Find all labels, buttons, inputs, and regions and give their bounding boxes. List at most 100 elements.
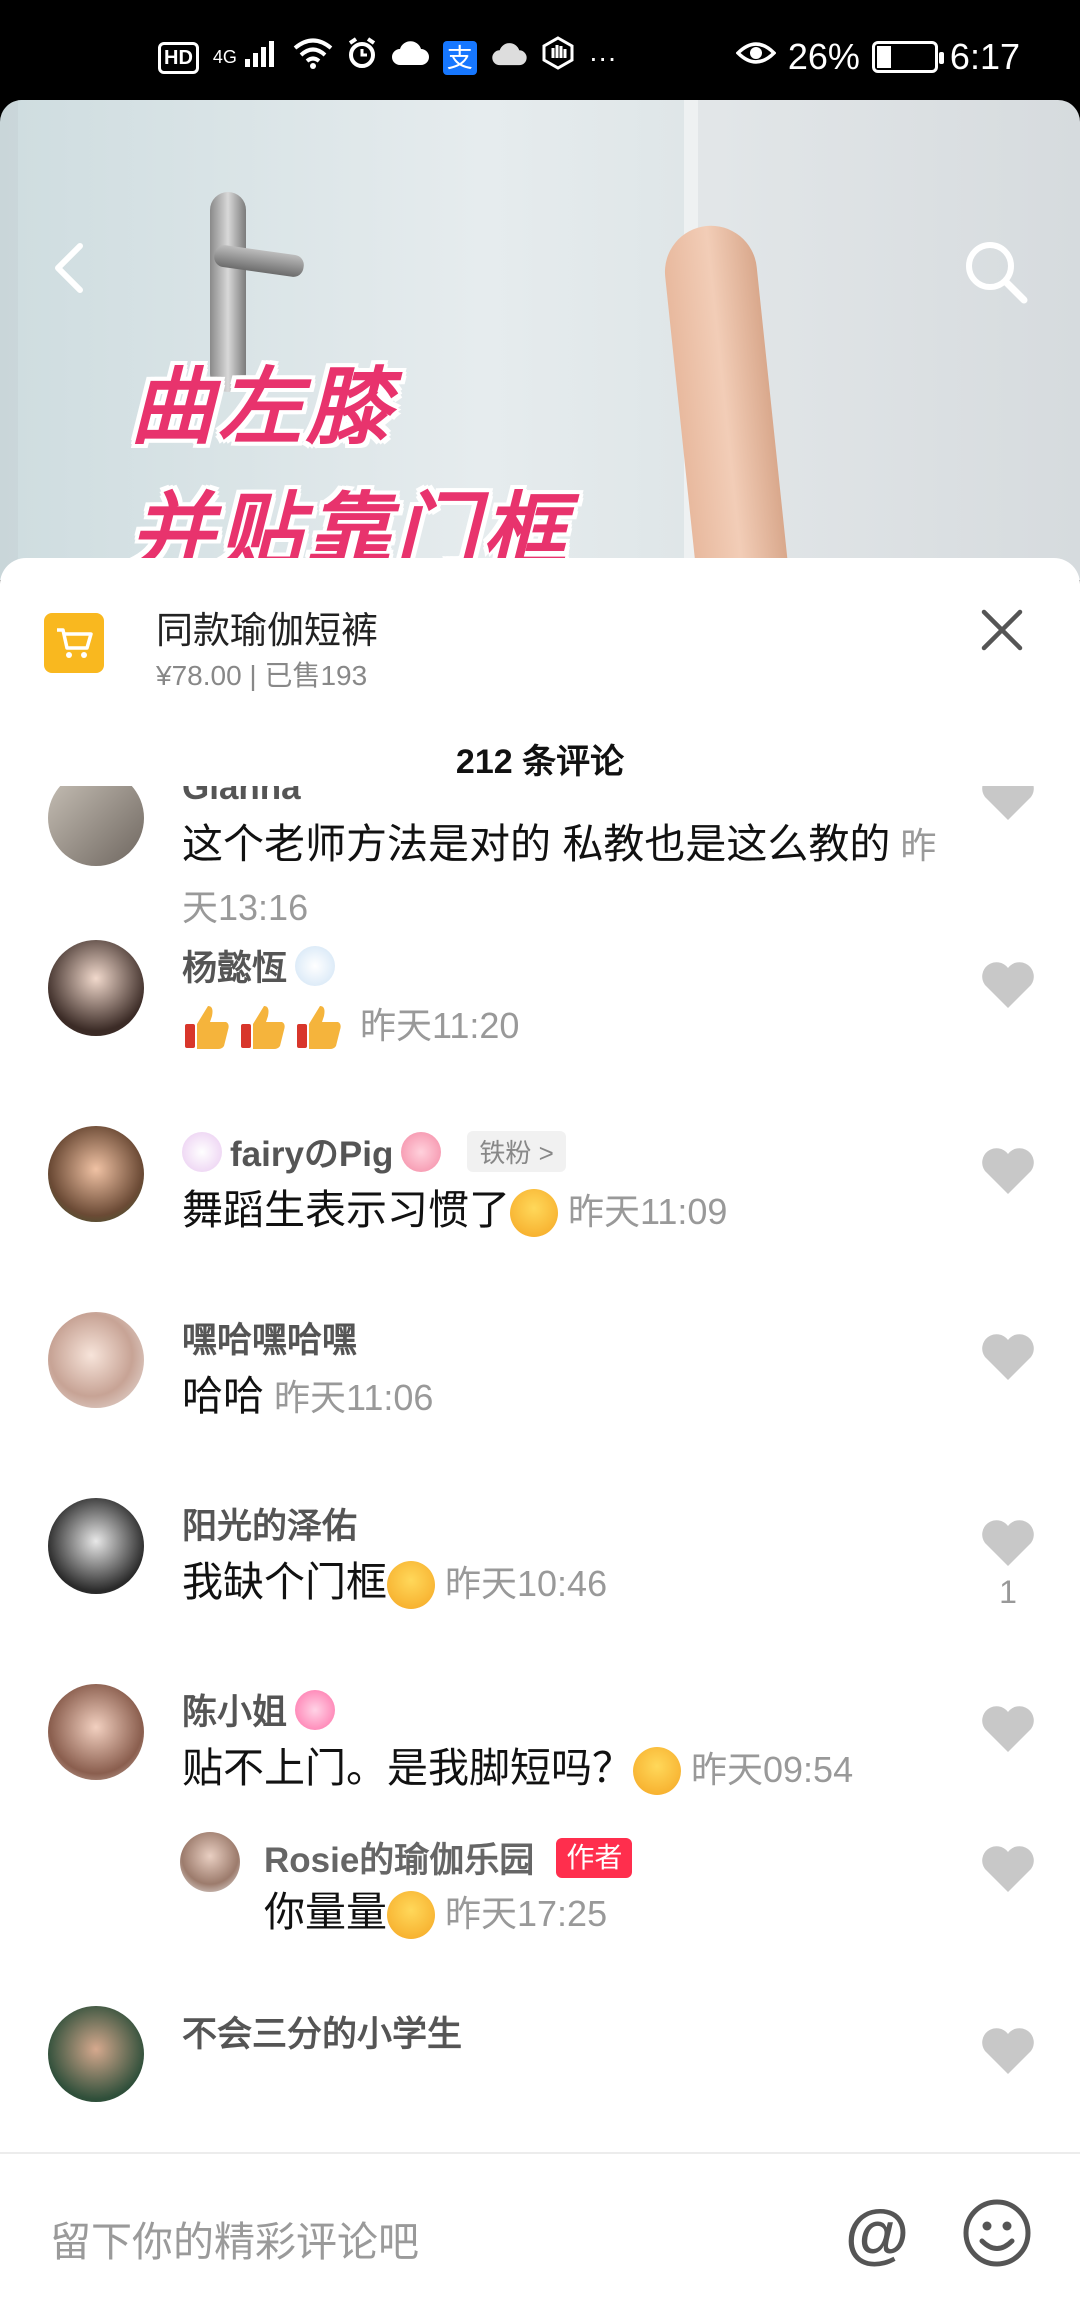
unicorn-emoji-icon: [182, 1131, 222, 1172]
avatar[interactable]: [48, 786, 144, 866]
avatar[interactable]: [48, 1684, 144, 1780]
comment-time: 昨天11:20: [360, 1005, 520, 1046]
cloud-icon: [391, 39, 429, 76]
like-count: 1: [999, 1574, 1017, 1610]
comment-author-name: 不会三分的小学生: [182, 2015, 463, 2054]
video-caption-line1: 曲左膝: [130, 360, 395, 454]
comment-body: 哈哈: [182, 1373, 264, 1419]
comment-time: 昨天09:54: [691, 1749, 854, 1790]
comment-author-name: Gianna: [182, 786, 301, 807]
avatar[interactable]: [48, 2006, 144, 2102]
like-heart-icon[interactable]: [980, 786, 1036, 822]
comment-author[interactable]: 陈小姐: [182, 1684, 336, 1735]
clock: 6:17: [949, 36, 1020, 77]
avatar[interactable]: [48, 940, 144, 1036]
comment-author-name: 嘿哈嘿哈嘿: [182, 1321, 358, 1360]
comment-author-name: 阳光的泽佑: [182, 1507, 358, 1546]
comment-input[interactable]: 留下你的精彩评论吧: [50, 2208, 419, 2268]
comment-item: fairyのPig 铁粉 > 舞蹈生表示习惯了 昨天11:09: [0, 1126, 1080, 1312]
like-heart-icon[interactable]: [980, 1844, 1036, 1894]
like-heart-icon[interactable]: [980, 1518, 1036, 1568]
product-price-sales: ¥78.00 | 已售193: [156, 660, 368, 691]
comment-sheet: 同款瑜伽短裤 ¥78.00 | 已售193 212 条评论 Gianna 这个老…: [0, 558, 1080, 2310]
more-icon: ···: [588, 41, 617, 73]
comment-text: 昨天11:20: [182, 994, 942, 1056]
comment-item: Gianna 这个老师方法是对的 私教也是这么教的 昨天13:16: [0, 786, 1080, 940]
comment-time: 昨天17:25: [445, 1893, 608, 1934]
like-heart-icon[interactable]: [980, 1146, 1036, 1196]
comment-body: 这个老师方法是对的 私教也是这么教的: [182, 821, 891, 867]
back-arrow-icon[interactable]: [42, 238, 102, 298]
alarm-icon: [347, 37, 377, 78]
comment-body: 我缺个门框: [182, 1559, 387, 1605]
comment-text: 这个老师方法是对的 私教也是这么教的 昨天13:16: [182, 814, 942, 938]
comment-author-name: Rosie的瑜伽乐园: [264, 1841, 535, 1880]
comment-author-name: fairyのPig: [230, 1135, 394, 1174]
fan-badge[interactable]: 铁粉 >: [467, 1131, 566, 1172]
alipay-icon: 支: [442, 40, 477, 75]
comment-text: 哈哈 昨天11:06: [182, 1366, 942, 1428]
close-icon[interactable]: [978, 606, 1026, 654]
author-badge: 作者: [556, 1837, 633, 1878]
thumbs-up-emoji-icon: [294, 1002, 344, 1052]
comment-item: 阳光的泽佑 我缺个门框 昨天10:46 1: [0, 1498, 1080, 1684]
comment-item: 杨懿恆 昨天11:20: [0, 940, 1080, 1126]
comment-author[interactable]: 不会三分的小学生: [182, 2006, 462, 2057]
comment-author-name: 杨懿恆: [182, 949, 288, 988]
avatar[interactable]: [180, 1832, 240, 1892]
comment-author[interactable]: Rosie的瑜伽乐园 作者: [264, 1832, 633, 1883]
comment-text: 贴不上门。是我脚短吗？ 昨天09:54: [182, 1738, 942, 1800]
avatar[interactable]: [48, 1126, 144, 1222]
comment-text: 你量量 昨天17:25: [264, 1882, 944, 1944]
comment-author[interactable]: 嘿哈嘿哈嘿: [182, 1312, 357, 1363]
battery-percent: 26%: [787, 36, 860, 77]
comment-item: 陈小姐 贴不上门。是我脚短吗？ 昨天09:54: [0, 1684, 1080, 1832]
comment-time: 昨天11:09: [568, 1191, 728, 1232]
comment-text: 我缺个门框 昨天10:46: [182, 1552, 942, 1614]
battery-icon: [871, 41, 944, 73]
comment-list[interactable]: Gianna 这个老师方法是对的 私教也是这么教的 昨天13:16 杨懿恆 昨天1…: [0, 786, 1080, 2164]
comment-author[interactable]: 杨懿恆: [182, 940, 336, 991]
avatar[interactable]: [48, 1312, 144, 1408]
avatar[interactable]: [48, 1498, 144, 1594]
comment-author[interactable]: fairyのPig 铁粉 >: [182, 1126, 566, 1177]
pink-heart-emoji-icon: [295, 1689, 336, 1730]
comment-author[interactable]: Gianna: [182, 786, 301, 808]
like-heart-icon[interactable]: [980, 960, 1036, 1010]
reply-item: Rosie的瑜伽乐园 作者 你量量 昨天17:25: [0, 1832, 1080, 2006]
pig-emoji-icon: [401, 1131, 442, 1172]
product-card[interactable]: 同款瑜伽短裤 ¥78.00 | 已售193: [0, 558, 1080, 708]
thumbs-up-emoji-icon: [182, 1002, 232, 1052]
video-player[interactable]: 曲左膝 并贴靠门框: [0, 100, 1080, 580]
eye-icon: [735, 38, 777, 77]
comment-body: 贴不上门。是我脚短吗？: [182, 1745, 633, 1791]
network-type-label: 4G: [212, 47, 237, 67]
smirk-face-emoji-icon: [387, 1891, 435, 1940]
comment-text: 舞蹈生表示习惯了 昨天11:09: [182, 1180, 942, 1242]
product-name: 同款瑜伽短裤: [156, 610, 378, 651]
comment-author-name: 陈小姐: [182, 1693, 288, 1732]
comment-item: 嘿哈嘿哈嘿 哈哈 昨天11:06: [0, 1312, 1080, 1498]
wifi-icon: [293, 37, 333, 78]
search-icon[interactable]: [962, 238, 1028, 304]
comment-body: 你量量: [264, 1889, 387, 1935]
comment-author[interactable]: 阳光的泽佑: [182, 1498, 357, 1549]
like-heart-icon[interactable]: [980, 2026, 1036, 2076]
mention-at-button[interactable]: @: [842, 2198, 912, 2268]
battery-fill: [876, 46, 892, 68]
shy-face-emoji-icon: [510, 1189, 558, 1238]
thumbs-up-emoji-icon: [238, 1002, 288, 1052]
comment-input-bar[interactable]: 留下你的精彩评论吧 @: [0, 2152, 1080, 2310]
like-heart-icon[interactable]: [980, 1704, 1036, 1754]
comment-item: 不会三分的小学生: [0, 2006, 1080, 2126]
tears-of-joy-emoji-icon: [387, 1561, 435, 1610]
4g-signal-icon: 4G: [213, 39, 279, 76]
comment-time: 昨天11:06: [274, 1377, 434, 1418]
emoji-face-icon[interactable]: [962, 2198, 1032, 2268]
comment-body: 舞蹈生表示习惯了: [182, 1187, 510, 1233]
gesture-icon: [541, 36, 575, 79]
hd-icon: HD: [158, 41, 199, 74]
like-heart-icon[interactable]: [980, 1332, 1036, 1382]
cart-icon: [44, 613, 104, 673]
cloud-emoji-icon: [295, 945, 336, 986]
